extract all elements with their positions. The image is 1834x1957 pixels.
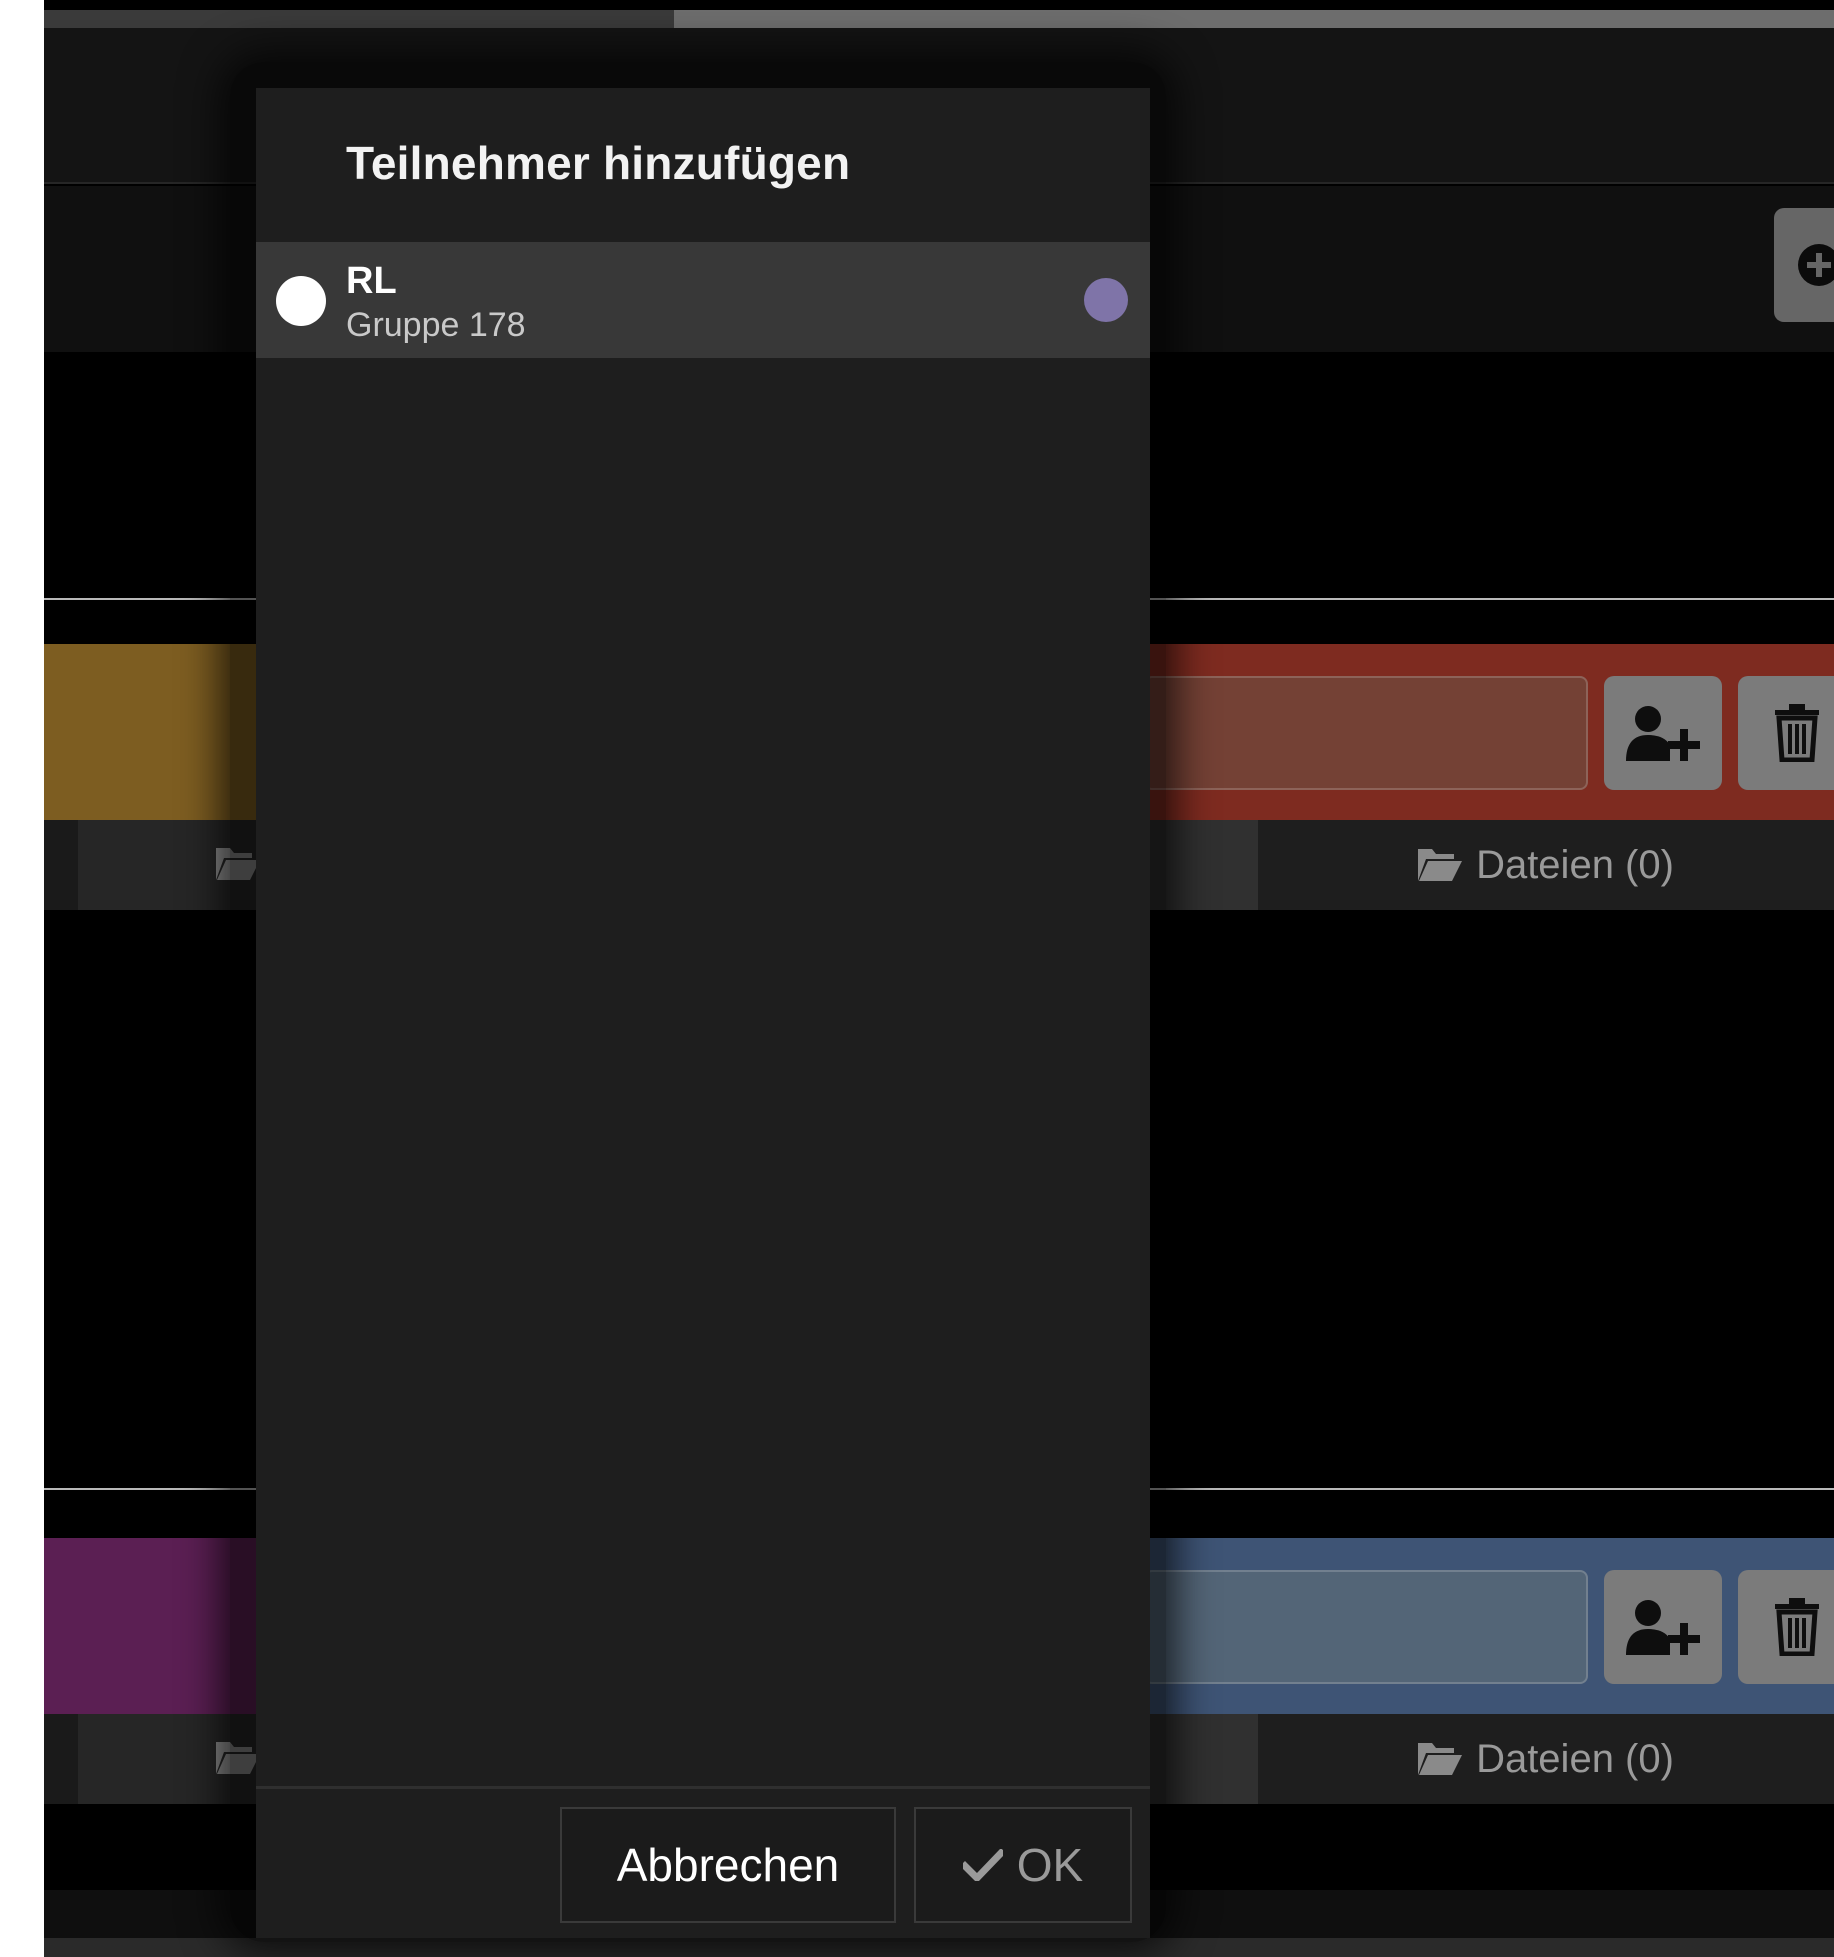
user-plus-icon xyxy=(1626,706,1700,761)
cancel-button-label: Abbrechen xyxy=(616,1839,840,1891)
tab-left-stub xyxy=(44,1714,78,1804)
folder-open-icon xyxy=(1418,849,1463,881)
folder-open-icon xyxy=(1418,1743,1463,1775)
check-icon xyxy=(962,1849,1003,1881)
trash-icon xyxy=(1775,704,1819,762)
slot-row-1-delete-button[interactable] xyxy=(1738,676,1834,790)
ok-button-label: OK xyxy=(1016,1839,1084,1891)
slot-row-1-name-field[interactable] xyxy=(1144,676,1588,790)
add-participant-dialog: Teilnehmer hinzufügen RL Gruppe 178 Abbr… xyxy=(256,88,1150,1938)
dialog-footer: Abbrechen OK xyxy=(256,1786,1150,1938)
app-stage: Dateien (0) Dateien (0) Teilnehmer hinzu… xyxy=(44,0,1834,1957)
slot-row-2-name-field[interactable] xyxy=(1144,1570,1588,1684)
participant-radio[interactable] xyxy=(276,276,326,326)
slot-row-1-files-label: Dateien (0) xyxy=(1476,842,1674,887)
cancel-button[interactable]: Abbrechen xyxy=(560,1807,896,1923)
participant-color-dot xyxy=(1084,278,1128,322)
participant-name: RL xyxy=(346,260,397,302)
participant-group: Gruppe 178 xyxy=(346,306,526,344)
slot-row-2-delete-button[interactable] xyxy=(1738,1570,1834,1684)
ok-button[interactable]: OK xyxy=(914,1807,1132,1923)
user-plus-icon xyxy=(1626,1600,1700,1655)
dialog-title: Teilnehmer hinzufügen xyxy=(346,137,851,189)
slot-row-2-files-label: Dateien (0) xyxy=(1476,1736,1674,1781)
top-scroll-thumb[interactable] xyxy=(674,10,1834,28)
slot-row-1-add-user-button[interactable] xyxy=(1604,676,1722,790)
dialog-header: Teilnehmer hinzufügen xyxy=(256,88,1150,242)
participant-item[interactable]: RL Gruppe 178 xyxy=(256,242,1150,358)
slot-row-1-files-tab[interactable]: Dateien (0) xyxy=(1258,820,1834,910)
tab-left-stub xyxy=(44,820,78,910)
plus-circle-icon xyxy=(1798,244,1834,286)
add-slot-button[interactable] xyxy=(1774,208,1834,322)
slot-row-2-add-user-button[interactable] xyxy=(1604,1570,1722,1684)
trash-icon xyxy=(1775,1598,1819,1656)
slot-row-2-files-tab[interactable]: Dateien (0) xyxy=(1258,1714,1834,1804)
